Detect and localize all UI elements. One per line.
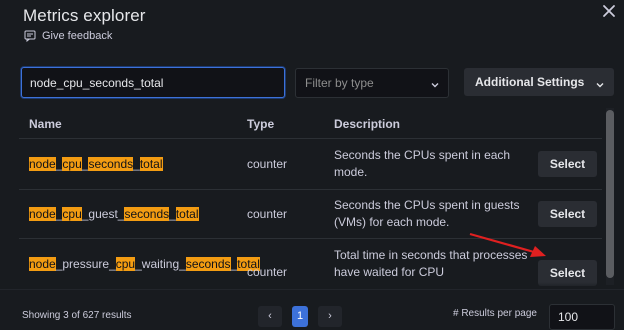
give-feedback-label: Give feedback: [42, 30, 113, 42]
next-page-button[interactable]: ›: [318, 306, 342, 327]
metric-description: Seconds the CPUs spent in guests (VMs) f…: [334, 198, 520, 229]
results-count: Showing 3 of 627 results: [22, 310, 132, 321]
filter-by-type-select[interactable]: Filter by type: [295, 68, 449, 98]
name-segment: _: [169, 207, 176, 221]
name-match-segment: node: [29, 207, 56, 221]
additional-settings-label: Additional Settings: [475, 75, 585, 89]
select-button[interactable]: Select: [538, 201, 597, 227]
results-per-page-label: # Results per page: [453, 308, 537, 319]
metric-name: node_pressure_cpu_waiting_seconds_total: [29, 257, 260, 272]
name-match-segment: cpu: [62, 157, 82, 171]
chevron-down-icon: [595, 77, 605, 95]
name-match-segment: cpu: [62, 207, 82, 221]
name-match-segment: node: [29, 257, 56, 271]
name-match-segment: total: [175, 207, 199, 221]
name-match-segment: seconds: [88, 157, 134, 171]
comment-icon: [24, 30, 36, 42]
footer-divider: [0, 289, 624, 290]
dialog-title: Metrics explorer: [23, 6, 146, 25]
column-header-name: Name: [29, 117, 62, 131]
additional-settings-button[interactable]: Additional Settings: [464, 68, 614, 96]
metrics-explorer-dialog: Metrics explorer Give feedback Filter by…: [0, 0, 624, 330]
chevron-down-icon: [430, 77, 440, 95]
name-match-segment: node: [29, 157, 56, 171]
metric-search-input[interactable]: [30, 74, 274, 91]
column-header-type: Type: [247, 117, 275, 131]
metric-type: counter: [247, 157, 288, 171]
give-feedback-link[interactable]: Give feedback: [24, 30, 112, 42]
metric-description: Total time in seconds that processes hav…: [334, 248, 528, 279]
metric-description: Seconds the CPUs spent in each mode.: [334, 148, 511, 179]
name-match-segment: seconds: [185, 257, 231, 271]
name-match-segment: total: [139, 157, 163, 171]
name-match-segment: cpu: [115, 257, 136, 271]
current-page-button[interactable]: 1: [292, 306, 308, 327]
name-segment: _waiting_: [135, 257, 186, 271]
name-segment: _: [133, 157, 140, 171]
select-button[interactable]: Select: [538, 151, 597, 177]
metric-type: counter: [247, 207, 288, 221]
header-divider: [19, 138, 602, 139]
metric-name: node_cpu_seconds_total: [29, 157, 239, 172]
row-divider: [19, 238, 602, 239]
row-divider: [19, 189, 602, 190]
name-segment: _pressure_: [55, 257, 116, 271]
scrollbar-thumb[interactable]: [606, 110, 614, 278]
column-header-description: Description: [334, 117, 401, 131]
metric-name: node_cpu_guest_seconds_total: [29, 207, 239, 222]
name-segment: _guest_: [81, 207, 125, 221]
metric-type: counter: [247, 265, 288, 279]
name-match-segment: seconds: [124, 207, 170, 221]
prev-page-button[interactable]: ‹: [258, 306, 282, 327]
filter-by-type-placeholder: Filter by type: [305, 76, 374, 90]
results-per-page: [549, 304, 615, 330]
results-per-page-input[interactable]: [558, 310, 606, 324]
close-icon[interactable]: [600, 4, 618, 22]
metric-search: [21, 67, 285, 98]
